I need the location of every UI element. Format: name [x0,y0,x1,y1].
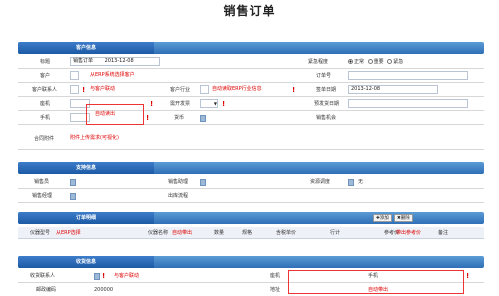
address-note: 自动带出 [368,287,389,293]
attach-note: 附件上传需求(可视化) [70,135,119,141]
order-no-label: 订单号 [316,73,332,79]
add-row-button[interactable]: ✚添加 [373,214,392,222]
radio-urgent-icon[interactable] [387,59,393,64]
required-mark-icon: ! [292,86,296,94]
receiver-note: 与客户联动 [114,273,140,279]
title-value: 销售订单 [73,58,94,64]
delete-button-label: 删除 [400,216,410,221]
urgency-important: 重要 [373,59,384,65]
ship-date-label: 预发货日期 [314,101,340,107]
postcode-row: 邮政编码 200000 地址 自动带出 [18,284,484,296]
required-mark-icon: ! [150,100,154,108]
col-qty: 数量 [214,230,225,236]
radio-important-icon[interactable] [367,59,373,64]
model-note: 从ERP选择 [56,230,81,236]
ref-note: 带出参考价 [396,230,422,236]
contact-note: 与客户联动 [90,86,116,92]
postcode-label: 邮政编码 [36,287,57,293]
ship-date-input[interactable] [348,99,468,108]
auto-fill-note: 自动读出 [95,111,116,117]
ship-method-label: 出库流程 [168,193,189,199]
col-name: 仪器名称 [148,230,169,236]
order-no-input[interactable] [348,71,468,80]
contact-label: 客户联系人 [32,87,58,93]
sign-date-label: 签单日期 [316,87,337,93]
phone-label: 座机 [40,101,51,107]
auto-fill-annotation: 自动读出 [86,104,144,125]
industry-input[interactable] [200,85,209,94]
sales-mgr-label: 销售经理 [32,193,53,199]
title-label: 标题 [40,59,51,65]
detail-section-tab[interactable]: 订单明细 [18,212,154,224]
customer-label: 客户 [40,73,51,79]
sign-date-input[interactable]: 2013-12-08 [348,85,438,94]
lookup-icon[interactable] [70,179,76,186]
customer-section-tab[interactable]: 客户信息 [18,42,154,54]
lookup-icon[interactable] [94,273,100,280]
customer-row: 客户 从ERP系统选择客户 订单号 [18,70,484,83]
required-mark-icon: ! [82,86,86,94]
col-spec: 规格 [242,230,253,236]
receive-phone-label: 座机 [270,273,281,279]
contact-input[interactable] [70,85,79,94]
col-price: 含税单价 [276,230,297,236]
urgency-normal: 正常 [354,59,365,65]
name-note: 自动带出 [172,230,193,236]
title-row: 标题 销售订单 2013-12-08 紧急程度 正常 重要 紧急 [18,56,484,69]
title-date: 2013-12-08 [104,58,134,64]
required-mark-icon: ! [102,272,106,280]
address-label: 地址 [270,287,281,293]
required-mark-icon: ! [146,114,150,122]
currency-label: 货币 [174,115,185,121]
customer-note: 从ERP系统选择客户 [90,72,135,78]
postcode-value[interactable]: 200000 [94,284,113,296]
receiver-label: 收货联系人 [30,273,56,279]
sales-opp-label: 销售机会 [316,115,337,121]
required-mark-icon: ! [466,272,470,280]
sales-rep-label: 销售员 [34,179,50,185]
invoice-label: 需开发票 [170,101,191,107]
lookup-icon[interactable] [200,179,206,186]
add-button-label: 添加 [379,216,389,221]
resource-label: 资源调度 [310,179,331,185]
urgency-radios[interactable]: 正常 重要 紧急 [348,56,403,68]
invoice-select[interactable]: ▼ [200,99,218,108]
sales-asst-label: 销售助理 [168,179,189,185]
mobile-label: 手机 [40,115,51,121]
lookup-icon[interactable] [200,115,206,122]
contact-row: 客户联系人 ! 与客户联动 客户行业 自动读取ERP行业信息 ! 签单日期 20… [18,84,484,97]
urgency-label: 紧急程度 [308,59,329,65]
col-remark: 备注 [438,230,449,236]
support-row-2: 销售经理 出库流程 [18,190,484,203]
lookup-icon[interactable] [70,193,76,200]
industry-note: 自动读取ERP行业信息 [212,86,262,92]
resource-value: 无 [358,179,364,185]
col-subtotal: 行计 [330,230,341,236]
urgency-urgent: 紧急 [393,59,404,65]
receive-section-tab[interactable]: 收货信息 [18,256,154,268]
lookup-icon[interactable] [348,179,354,186]
attach-row: 合同附件 附件上传需求(可视化) [18,128,484,150]
chevron-down-icon: ▼ [213,101,217,106]
title-input[interactable]: 销售订单 2013-12-08 [70,57,160,66]
support-section-tab[interactable]: 支持信息 [18,162,154,174]
delete-row-button[interactable]: ✖删除 [394,214,413,222]
required-mark-icon: ! [222,100,226,108]
page-title: 销售订单 [223,4,276,18]
attach-label: 合同附件 [34,136,55,142]
radio-normal-icon[interactable] [348,59,353,64]
industry-label: 客户行业 [170,87,191,93]
customer-input[interactable] [70,71,79,80]
col-model: 仪器型号 [30,230,51,236]
support-row-1: 销售员 销售助理 资源调度 无 [18,176,484,189]
